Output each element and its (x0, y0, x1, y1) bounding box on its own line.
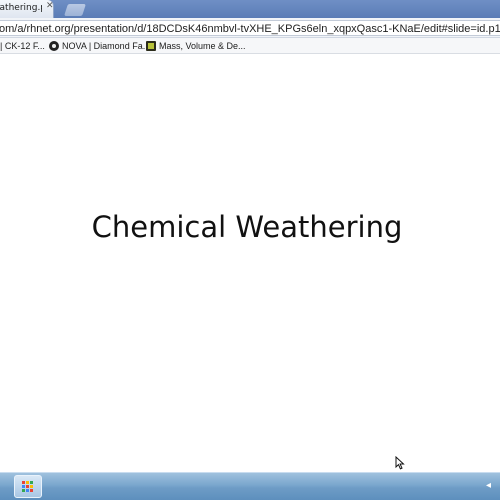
bookmark-ck12[interactable]: | CK-12 F... (0, 40, 45, 52)
mouse-cursor-icon (395, 456, 405, 470)
tab-strip: eathering.ppt ✕ (0, 0, 500, 18)
bookmark-label: | CK-12 F... (0, 41, 45, 51)
bookmarks-bar: | CK-12 F... NOVA | Diamond Fa... Mass, … (0, 38, 500, 54)
bookmark-mass-volume[interactable]: Mass, Volume & De... (146, 40, 246, 52)
new-tab-icon[interactable] (64, 4, 86, 16)
close-icon[interactable]: ✕ (46, 1, 54, 11)
screen: eathering.ppt ✕ om/a/rhnet.org/presentat… (0, 0, 500, 500)
tab-active[interactable]: eathering.ppt ✕ (0, 0, 54, 18)
taskbar-app-button[interactable] (14, 475, 42, 498)
tray-expand-icon[interactable]: ◂ (486, 480, 491, 491)
toolbar: om/a/rhnet.org/presentation/d/18DCDsK46n… (0, 18, 500, 38)
slide-title[interactable]: Chemical Weathering (0, 210, 494, 244)
bookmark-nova[interactable]: NOVA | Diamond Fa... (49, 40, 150, 52)
tab-title: eathering.ppt (0, 3, 42, 13)
bookmark-label: NOVA | Diamond Fa... (62, 41, 151, 51)
google-apps-grid-icon (22, 481, 34, 493)
site-icon (146, 40, 156, 51)
nova-icon (49, 40, 59, 51)
taskbar: ◂ (0, 472, 500, 500)
url-text[interactable]: om/a/rhnet.org/presentation/d/18DCDsK46n… (0, 23, 500, 35)
address-bar[interactable]: om/a/rhnet.org/presentation/d/18DCDsK46n… (0, 20, 500, 36)
bookmark-label: Mass, Volume & De... (159, 41, 246, 51)
slide-canvas[interactable]: Chemical Weathering (0, 54, 500, 472)
